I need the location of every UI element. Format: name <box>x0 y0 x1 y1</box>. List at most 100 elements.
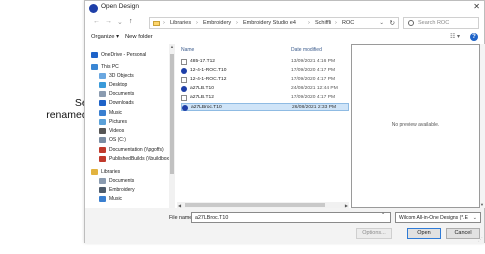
sidebar-item-label: Desktop <box>109 82 128 88</box>
file-date-modified: 24/08/2021 12:44 PM <box>291 86 338 91</box>
up-folder-icon[interactable]: ↑ <box>129 18 133 25</box>
chevron-down-icon[interactable]: ⌄ <box>381 210 385 216</box>
breadcrumb-libraries[interactable]: Libraries <box>170 20 191 26</box>
search-placeholder: Search ROC <box>418 20 450 26</box>
file-row[interactable]: a27LBroc.T10 26/08/2021 2:33 PM <box>181 103 349 111</box>
file-name: 12-4-1-ROC.T12 <box>190 77 227 82</box>
file-row[interactable]: a27LB.T10 24/08/2021 12:44 PM <box>181 85 349 93</box>
preview-scrollbar[interactable]: ▼ <box>480 44 485 208</box>
file-type-filter-value: Wilcom All-in-One Designs (*.E <box>399 215 468 221</box>
scrollbar-thumb[interactable] <box>170 54 174 174</box>
column-header-date[interactable]: Date modified <box>291 47 322 53</box>
file-name: a27LB.T12 <box>190 95 214 100</box>
toolbar: Organize ▾ New folder ☷ ▾ ? <box>85 32 484 44</box>
options-button[interactable]: Options... <box>356 228 392 239</box>
breadcrumb-embroidery[interactable]: Embroidery <box>203 20 231 26</box>
breadcrumb[interactable]: › Libraries › Embroidery › Embroidery St… <box>149 17 399 29</box>
drive-icon <box>99 137 106 143</box>
forward-arrow-icon[interactable]: → <box>105 18 112 25</box>
back-arrow-icon[interactable]: ← <box>93 18 100 25</box>
sidebar-item-label: Documentation (\\pgoffs) <box>109 147 164 153</box>
file-name-input[interactable]: a27LBroc.T10 <box>191 212 391 223</box>
folder-icon <box>153 21 160 26</box>
design-file-icon <box>181 86 187 92</box>
file-date-modified: 13/09/2021 4:16 PM <box>291 59 336 64</box>
title-bar: Open Design ✕ <box>85 1 484 16</box>
document-icon <box>181 59 187 65</box>
scroll-up-arrow-icon[interactable]: ▲ <box>170 44 174 49</box>
chevron-down-icon[interactable]: ⌄ <box>379 20 384 26</box>
navigation-row: ← → ⌄ ↑ › Libraries › Embroidery › Embro… <box>85 16 484 30</box>
file-date-modified: 17/09/2020 4:17 PM <box>291 95 336 100</box>
sidebar-item-label: Videos <box>109 128 125 134</box>
sidebar-item-label: This PC <box>101 64 119 70</box>
recent-locations-icon[interactable]: ⌄ <box>117 18 123 26</box>
open-button[interactable]: Open <box>407 228 441 239</box>
sidebar-item-label: Music <box>109 196 123 202</box>
chevron-down-icon[interactable]: ⌄ <box>473 215 477 221</box>
file-name: 12-4-1-ROC.T10 <box>190 68 227 73</box>
sidebar-item-label: Embroidery <box>109 187 135 193</box>
resize-grip-icon[interactable]: ⋰ <box>478 237 483 243</box>
breadcrumb-separator: › <box>335 20 337 26</box>
cloud-icon <box>91 52 98 58</box>
scrollbar-thumb[interactable] <box>185 203 325 207</box>
pc-icon <box>91 64 98 70</box>
desktop-icon <box>99 82 106 88</box>
document-icon <box>181 77 187 83</box>
help-icon[interactable]: ? <box>470 33 478 41</box>
file-row[interactable]: 12-4-1-ROC.T12 17/09/2020 4:17 PM <box>181 76 349 84</box>
sidebar-item-label: PublishedBuilds (\\buildbox) <box>109 156 169 162</box>
preview-pane: No preview available. <box>351 44 480 208</box>
view-options-icon[interactable]: ☷ ▾ <box>450 33 460 40</box>
open-design-dialog: Open Design ✕ ← → ⌄ ↑ › Libraries › Embr… <box>84 0 485 244</box>
new-folder-button[interactable]: New folder <box>125 34 153 40</box>
embroidery-library-icon <box>99 187 106 193</box>
navigation-scrollbar[interactable]: ▲ <box>169 44 175 208</box>
downloads-icon <box>99 100 106 106</box>
breadcrumb-separator: › <box>196 20 198 26</box>
file-type-filter[interactable]: Wilcom All-in-One Designs (*.E ⌄ <box>395 212 481 223</box>
breadcrumb-separator: › <box>236 20 238 26</box>
breadcrumb-embroidery-studio[interactable]: Embroidery Studio e4 <box>243 20 296 26</box>
breadcrumb-separator: › <box>163 20 165 26</box>
scroll-down-arrow-icon[interactable]: ▼ <box>480 202 484 207</box>
documents-icon <box>99 91 106 97</box>
column-header-name[interactable]: Name <box>181 47 194 53</box>
pictures-icon <box>99 119 106 125</box>
sidebar-item-label: OS (C:) <box>109 137 126 143</box>
bottom-panel: File name: a27LBroc.T10 ⌄ Wilcom All-in-… <box>85 208 484 244</box>
breadcrumb-schiffli[interactable]: SchiffIi <box>315 20 331 26</box>
sidebar-item-label: Libraries <box>101 169 121 175</box>
sidebar-item-label: Documents <box>109 91 135 97</box>
network-drive-icon <box>99 147 106 153</box>
document-icon <box>181 95 187 101</box>
libraries-icon <box>91 169 98 175</box>
documents-icon <box>99 178 106 184</box>
sidebar-item-label: Downloads <box>109 100 134 106</box>
file-date-modified: 17/09/2020 4:17 PM <box>291 68 336 73</box>
search-input[interactable]: Search ROC <box>403 17 479 29</box>
search-icon <box>408 20 414 26</box>
file-name: 485-17.T12 <box>190 59 216 64</box>
videos-icon <box>99 128 106 134</box>
preview-message: No preview available. <box>391 122 440 128</box>
design-file-icon <box>181 68 187 74</box>
cube-icon <box>99 73 106 79</box>
cancel-button[interactable]: Cancel <box>446 228 480 239</box>
refresh-icon[interactable]: ↻ <box>390 19 395 27</box>
design-file-icon <box>182 105 188 111</box>
breadcrumb-roc[interactable]: ROC <box>342 20 354 26</box>
file-row[interactable]: 12-4-1-ROC.T10 17/09/2020 4:17 PM <box>181 67 349 75</box>
music-icon <box>99 196 106 202</box>
sidebar-item-label: OneDrive - Personal <box>101 52 147 58</box>
file-row[interactable]: 485-17.T12 13/09/2021 4:16 PM <box>181 58 349 66</box>
file-date-modified: 17/09/2020 4:17 PM <box>291 77 336 82</box>
file-list: Name Date modified 485-17.T12 13/09/2021 … <box>177 44 349 202</box>
file-name: a27LB.T10 <box>190 86 214 91</box>
navigation-pane: OneDrive - Personal This PC 3D Objects Desk… <box>87 44 169 208</box>
organize-button[interactable]: Organize ▾ <box>91 34 119 40</box>
close-icon[interactable]: ✕ <box>473 2 480 11</box>
sidebar-item-label: Music <box>109 110 123 116</box>
file-row[interactable]: a27LB.T12 17/09/2020 4:17 PM <box>181 94 349 102</box>
